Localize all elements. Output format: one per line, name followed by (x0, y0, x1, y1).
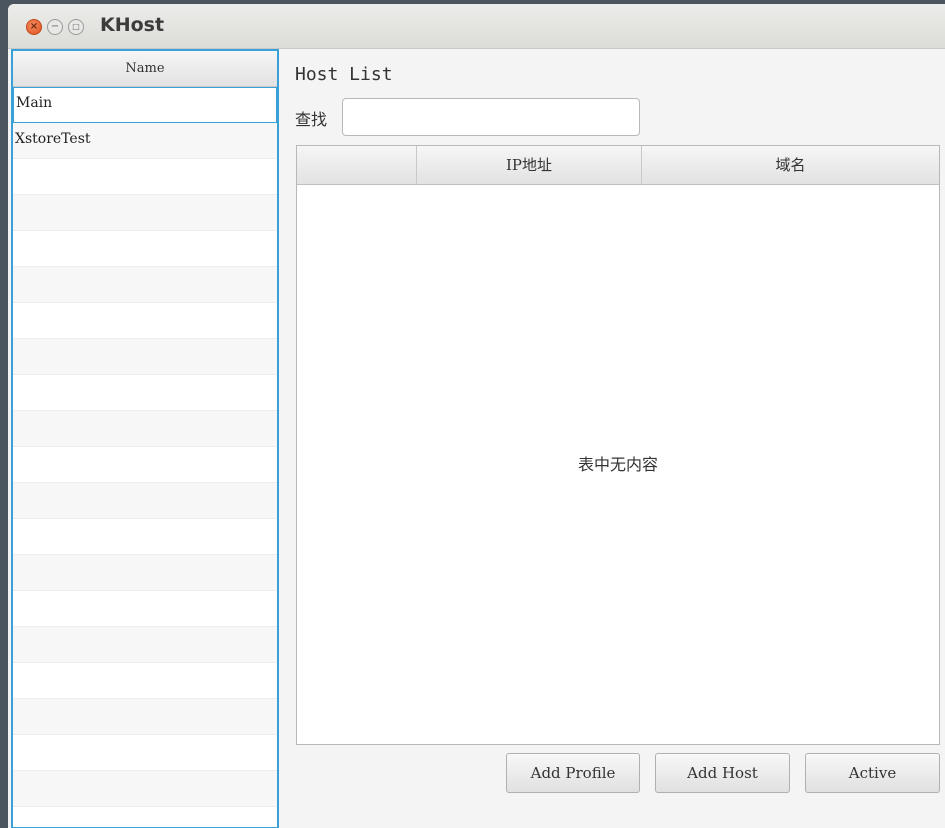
list-item-empty[interactable] (13, 735, 277, 771)
list-item-empty[interactable] (13, 195, 277, 231)
host-table-header: IP地址 域名 (297, 146, 939, 185)
column-header-domain[interactable]: 域名 (642, 146, 939, 184)
window-title: KHost (100, 14, 165, 36)
list-item-empty[interactable] (13, 231, 277, 267)
list-item-empty[interactable] (13, 303, 277, 339)
minimize-window-button[interactable]: − (47, 19, 63, 35)
list-item-empty[interactable] (13, 555, 277, 591)
list-item-empty[interactable] (13, 159, 277, 195)
host-table[interactable]: IP地址 域名 表中无内容 (296, 145, 940, 745)
host-list-title: Host List (295, 64, 393, 85)
app-window: × − □ KHost Name Main XstoreTest Host Lis… (8, 4, 945, 828)
list-item-empty[interactable] (13, 807, 277, 827)
list-item-empty[interactable] (13, 771, 277, 807)
profile-list-header[interactable]: Name (13, 51, 277, 87)
active-button[interactable]: Active (805, 753, 940, 793)
profile-item-xstoretest[interactable]: XstoreTest (13, 123, 277, 159)
close-window-button[interactable]: × (26, 19, 42, 35)
column-header-select[interactable] (297, 146, 417, 184)
list-item-empty[interactable] (13, 339, 277, 375)
list-item-empty[interactable] (13, 699, 277, 735)
search-label: 查找 (295, 110, 328, 129)
list-item-empty[interactable] (13, 447, 277, 483)
column-header-ip[interactable]: IP地址 (417, 146, 642, 184)
list-item-empty[interactable] (13, 627, 277, 663)
title-bar: × − □ KHost (8, 4, 945, 49)
list-item-empty[interactable] (13, 483, 277, 519)
profile-item-main[interactable]: Main (13, 87, 277, 123)
list-item-empty[interactable] (13, 411, 277, 447)
profile-list[interactable]: Name Main XstoreTest (11, 49, 279, 828)
list-item-empty[interactable] (13, 591, 277, 627)
add-host-button[interactable]: Add Host (655, 753, 790, 793)
add-profile-button[interactable]: Add Profile (506, 753, 640, 793)
list-item-empty[interactable] (13, 375, 277, 411)
profile-rows: Main XstoreTest (13, 87, 277, 827)
list-item-empty[interactable] (13, 663, 277, 699)
list-item-empty[interactable] (13, 267, 277, 303)
search-input[interactable] (342, 98, 640, 136)
list-item-empty[interactable] (13, 519, 277, 555)
maximize-window-button[interactable]: □ (68, 19, 84, 35)
table-empty-message: 表中无内容 (577, 455, 658, 474)
